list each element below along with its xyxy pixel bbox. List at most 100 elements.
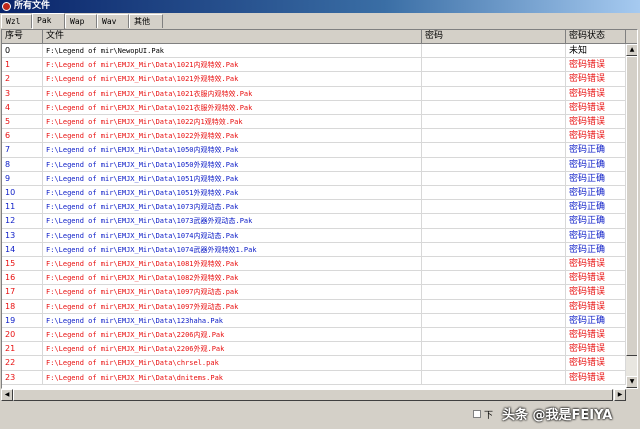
- row-password-status: 密码错误: [566, 371, 626, 385]
- table-row[interactable]: 17F:\Legend of mir\EMJX_Mir\Data\1097内观动…: [2, 285, 626, 299]
- row-index: 12: [2, 214, 43, 228]
- table-row[interactable]: 6F:\Legend of mir\EMJX_Mir\Data\1022外观特效…: [2, 129, 626, 143]
- row-index: 4: [2, 101, 43, 115]
- row-file-path: F:\Legend of mir\EMJX_Mir\Data\1073武器外观动…: [43, 214, 422, 228]
- row-file-path: F:\Legend of mir\EMJX_Mir\Data\1021外观特效.…: [43, 72, 422, 86]
- scroll-left-icon[interactable]: ◀: [1, 389, 13, 401]
- app-icon: [2, 2, 11, 11]
- table-row[interactable]: 14F:\Legend of mir\EMJX_Mir\Data\1074武器外…: [2, 243, 626, 257]
- row-password-status: 密码错误: [566, 72, 626, 86]
- table-row[interactable]: 22F:\Legend of mir\EMJX_Mir\Data\chrsel.…: [2, 356, 626, 370]
- row-password-status: 密码错误: [566, 285, 626, 299]
- row-index: 20: [2, 328, 43, 342]
- table-row[interactable]: 9F:\Legend of mir\EMJX_Mir\Data\1051内观特效…: [2, 172, 626, 186]
- row-password: [422, 158, 566, 172]
- scroll-up-icon[interactable]: ▲: [626, 44, 638, 56]
- table-row[interactable]: 13F:\Legend of mir\EMJX_Mir\Data\1074内观动…: [2, 229, 626, 243]
- column-header-index[interactable]: 序号: [2, 30, 43, 44]
- option-checkbox[interactable]: [473, 410, 481, 418]
- row-password-status: 密码正确: [566, 172, 626, 186]
- column-header-password[interactable]: 密码: [422, 30, 566, 44]
- vertical-scroll-thumb[interactable]: [626, 56, 638, 356]
- row-password: [422, 101, 566, 115]
- tab-strip: Wzl Pak Wap Wav 其他: [0, 13, 640, 29]
- table-row[interactable]: 3F:\Legend of mir\EMJX_Mir\Data\1021衣服内观…: [2, 87, 626, 101]
- row-index: 19: [2, 314, 43, 328]
- row-password: [422, 285, 566, 299]
- row-file-path: F:\Legend of mir\EMJX_Mir\Data\2206外观.Pa…: [43, 342, 422, 356]
- row-index: 0: [2, 44, 43, 58]
- tab-wap[interactable]: Wap: [65, 14, 97, 28]
- table-row[interactable]: 8F:\Legend of mir\EMJX_Mir\Data\1050外观特效…: [2, 158, 626, 172]
- table-row[interactable]: 12F:\Legend of mir\EMJX_Mir\Data\1073武器外…: [2, 214, 626, 228]
- table-row[interactable]: 23F:\Legend of mir\EMJX_Mir\Data\dnitems…: [2, 371, 626, 385]
- tab-pak[interactable]: Pak: [32, 13, 65, 29]
- row-password-status: 密码错误: [566, 129, 626, 143]
- row-password-status: 密码错误: [566, 271, 626, 285]
- tab-wzl[interactable]: Wzl: [1, 14, 32, 28]
- row-password: [422, 129, 566, 143]
- row-index: 17: [2, 285, 43, 299]
- row-file-path: F:\Legend of mir\EMJX_Mir\Data\1082外观特效.…: [43, 271, 422, 285]
- table-row[interactable]: 15F:\Legend of mir\EMJX_Mir\Data\1081外观特…: [2, 257, 626, 271]
- row-index: 18: [2, 300, 43, 314]
- row-password-status: 密码正确: [566, 143, 626, 157]
- row-password-status: 密码正确: [566, 243, 626, 257]
- row-file-path: F:\Legend of mir\EMJX_Mir\Data\1051外观特效.…: [43, 186, 422, 200]
- row-file-path: F:\Legend of mir\EMJX_Mir\Data\1021衣服内观特…: [43, 87, 422, 101]
- table-row[interactable]: 20F:\Legend of mir\EMJX_Mir\Data\2206内观.…: [2, 328, 626, 342]
- scroll-down-icon[interactable]: ▼: [626, 376, 638, 388]
- row-file-path: F:\Legend of mir\EMJX_Mir\Data\1022内1观特效…: [43, 115, 422, 129]
- row-file-path: F:\Legend of mir\EMJX_Mir\Data\1021内观特效.…: [43, 58, 422, 72]
- file-list[interactable]: 序号 文件 密码 密码状态 0F:\Legend of mir\NewopUI.…: [1, 29, 638, 389]
- row-index: 7: [2, 143, 43, 157]
- row-password-status: 密码正确: [566, 158, 626, 172]
- row-password-status: 密码错误: [566, 257, 626, 271]
- option-checkbox-label: 下: [484, 408, 493, 421]
- row-password-status: 密码错误: [566, 356, 626, 370]
- column-header-file[interactable]: 文件: [43, 30, 422, 44]
- row-password: [422, 243, 566, 257]
- table-row[interactable]: 21F:\Legend of mir\EMJX_Mir\Data\2206外观.…: [2, 342, 626, 356]
- row-password: [422, 300, 566, 314]
- table-row[interactable]: 11F:\Legend of mir\EMJX_Mir\Data\1073内观动…: [2, 200, 626, 214]
- row-index: 16: [2, 271, 43, 285]
- row-password: [422, 257, 566, 271]
- row-index: 22: [2, 356, 43, 370]
- row-password: [422, 72, 566, 86]
- row-index: 9: [2, 172, 43, 186]
- row-file-path: F:\Legend of mir\EMJX_Mir\Data\2206内观.Pa…: [43, 328, 422, 342]
- vertical-scrollbar[interactable]: ▲ ▼: [626, 44, 638, 388]
- row-password: [422, 214, 566, 228]
- table-row[interactable]: 4F:\Legend of mir\EMJX_Mir\Data\1021衣服外观…: [2, 101, 626, 115]
- row-index: 8: [2, 158, 43, 172]
- horizontal-scroll-thumb[interactable]: [13, 389, 613, 401]
- horizontal-scrollbar[interactable]: ◀ ▶: [1, 389, 626, 401]
- row-file-path: F:\Legend of mir\EMJX_Mir\Data\1021衣服外观特…: [43, 101, 422, 115]
- row-password-status: 密码错误: [566, 300, 626, 314]
- row-index: 23: [2, 371, 43, 385]
- table-row[interactable]: 7F:\Legend of mir\EMJX_Mir\Data\1050内观特效…: [2, 143, 626, 157]
- table-row[interactable]: 18F:\Legend of mir\EMJX_Mir\Data\1097外观动…: [2, 300, 626, 314]
- table-row[interactable]: 2F:\Legend of mir\EMJX_Mir\Data\1021外观特效…: [2, 72, 626, 86]
- tab-wav[interactable]: Wav: [97, 14, 129, 28]
- table-row[interactable]: 16F:\Legend of mir\EMJX_Mir\Data\1082外观特…: [2, 271, 626, 285]
- row-index: 11: [2, 200, 43, 214]
- window-title: 所有文件: [14, 1, 50, 11]
- row-password: [422, 115, 566, 129]
- tab-other[interactable]: 其他: [129, 14, 163, 28]
- column-header-password-status[interactable]: 密码状态: [566, 30, 626, 44]
- row-index: 1: [2, 58, 43, 72]
- row-password-status: 密码正确: [566, 186, 626, 200]
- row-index: 15: [2, 257, 43, 271]
- row-file-path: F:\Legend of mir\EMJX_Mir\Data\1073内观动态.…: [43, 200, 422, 214]
- table-row[interactable]: 5F:\Legend of mir\EMJX_Mir\Data\1022内1观特…: [2, 115, 626, 129]
- table-row[interactable]: 0F:\Legend of mir\NewopUI.Pak未知: [2, 44, 626, 58]
- scroll-right-icon[interactable]: ▶: [614, 389, 626, 401]
- table-row[interactable]: 1F:\Legend of mir\EMJX_Mir\Data\1021内观特效…: [2, 58, 626, 72]
- row-password: [422, 143, 566, 157]
- table-row[interactable]: 10F:\Legend of mir\EMJX_Mir\Data\1051外观特…: [2, 186, 626, 200]
- table-row[interactable]: 19F:\Legend of mir\EMJX_Mir\Data\123haha…: [2, 314, 626, 328]
- row-password: [422, 371, 566, 385]
- row-password: [422, 342, 566, 356]
